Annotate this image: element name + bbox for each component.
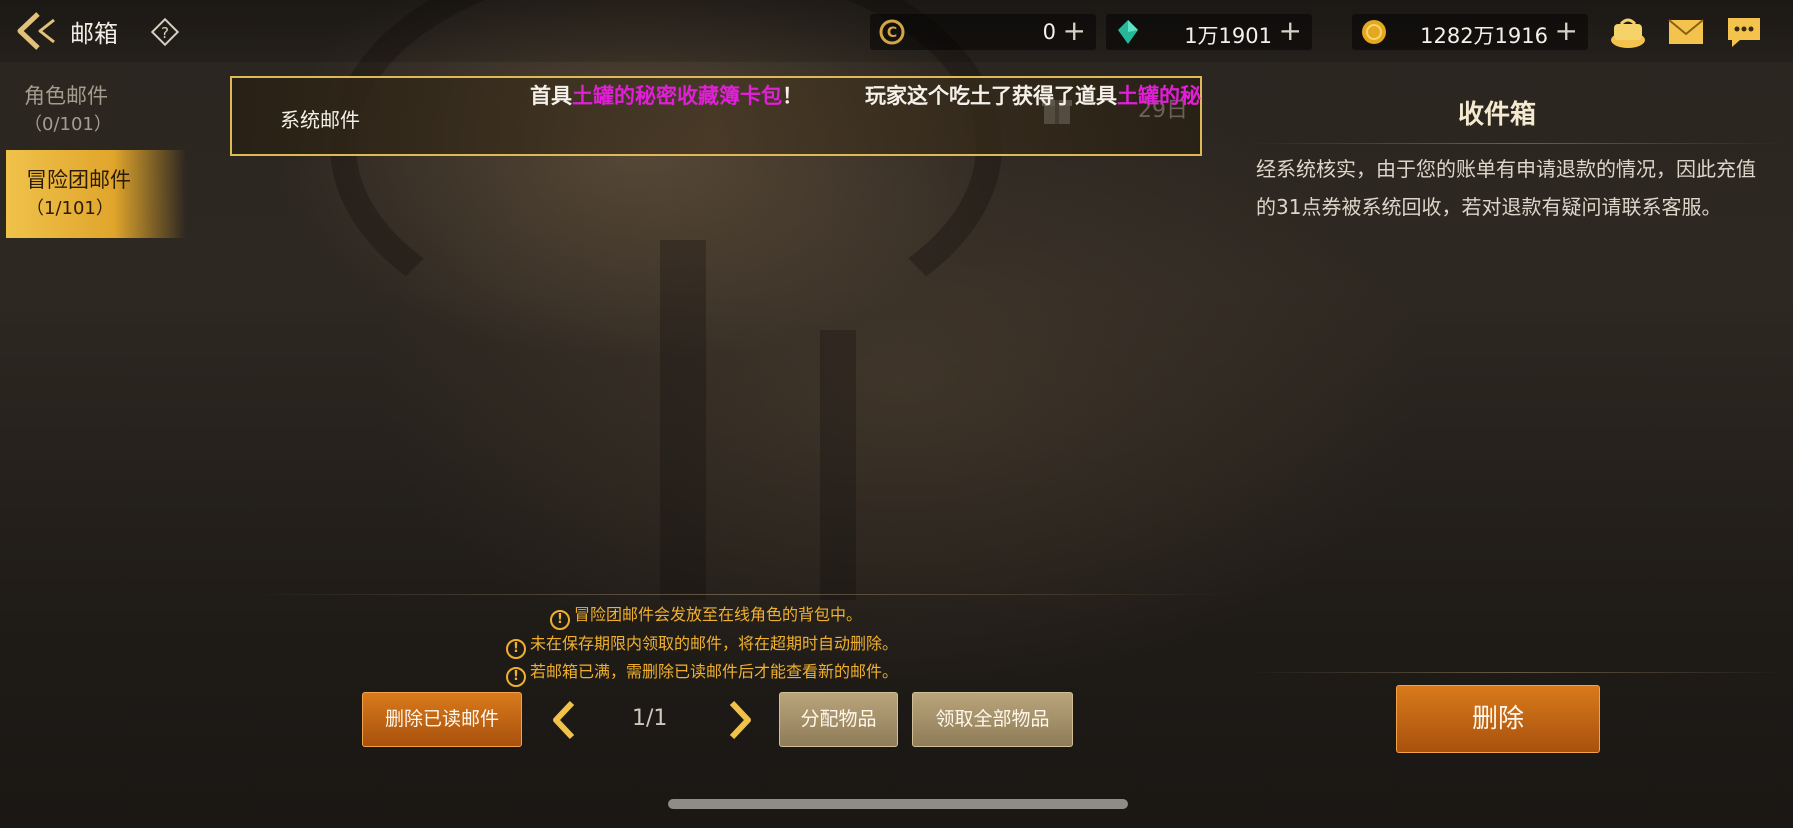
- notice-line: ! 若邮箱已满，需删除已读邮件后才能查看新的邮件。: [506, 658, 898, 687]
- tab-count: （1/101）: [26, 198, 114, 219]
- warning-icon: !: [550, 610, 570, 630]
- button-label: 领取全部物品: [935, 708, 1050, 730]
- currency-crystal: 1万1901 +: [1106, 14, 1312, 50]
- tab-role-mail[interactable]: 角色邮件 （0/101）: [6, 66, 186, 154]
- add-currency-button[interactable]: +: [1555, 17, 1578, 45]
- notice-text: 未在保存期限内领取的邮件，将在超期时自动删除。: [530, 634, 899, 653]
- svg-text:?: ?: [161, 24, 169, 42]
- back-arrow-icon[interactable]: [14, 10, 58, 52]
- c-coin-icon: C: [879, 19, 905, 45]
- currency-gold: 1282万1916 +: [1352, 14, 1588, 50]
- svg-text:C: C: [887, 25, 897, 41]
- background-pillar: [820, 330, 856, 600]
- gold-coin-icon: [1362, 20, 1386, 44]
- top-bar: 邮箱 ? C 0 + 1万1901 + 1282万1916 +: [0, 0, 1793, 62]
- currency-c-coin: C 0 +: [870, 14, 1096, 50]
- inbox-title: 收件箱: [1458, 100, 1537, 130]
- add-currency-button[interactable]: +: [1279, 17, 1302, 45]
- delete-read-mail-button[interactable]: 删除已读邮件: [362, 692, 522, 747]
- divider: [246, 594, 1236, 595]
- ticker-item-name: 土罐的秘: [1117, 84, 1201, 108]
- announcement-ticker: 首具土罐的秘密收藏簿卡包！ 玩家这个吃土了获得了道具土罐的秘: [530, 80, 1260, 112]
- warning-icon: !: [506, 639, 526, 659]
- ticker-item-name: 土罐的秘密收藏簿卡包: [572, 84, 782, 108]
- currency-value: 0: [1042, 20, 1056, 44]
- button-label: 分配物品: [800, 708, 877, 730]
- notice-text: 冒险团邮件会发放至在线角色的背包中。: [574, 605, 863, 624]
- crystal-icon: [1118, 20, 1138, 44]
- notice-line: ! 冒险团邮件会发放至在线角色的背包中。: [550, 601, 862, 630]
- claim-all-items-button[interactable]: 领取全部物品: [912, 692, 1073, 747]
- bag-icon[interactable]: [1608, 14, 1648, 50]
- notice-line: ! 未在保存期限内领取的邮件，将在超期时自动删除。: [506, 630, 898, 659]
- help-icon[interactable]: ?: [150, 17, 180, 47]
- mail-sender: 系统邮件: [280, 108, 360, 132]
- page-title: 邮箱: [70, 20, 118, 48]
- delete-button-label: 删除: [1471, 704, 1524, 734]
- tab-adventure-team-mail[interactable]: 冒险团邮件 （1/101）: [6, 150, 186, 238]
- tab-count: （0/101）: [24, 114, 112, 135]
- prev-page-arrow-icon[interactable]: [550, 699, 580, 741]
- button-label: 删除已读邮件: [384, 708, 499, 730]
- currency-value: 1282万1916: [1420, 24, 1548, 48]
- tab-label: 角色邮件: [24, 84, 108, 108]
- divider: [1246, 143, 1786, 144]
- mail-content: 经系统核实，由于您的账单有申请退款的情况，因此充值的31点券被系统回收，若对退款…: [1256, 157, 1756, 219]
- add-currency-button[interactable]: +: [1063, 17, 1086, 45]
- notice-text: 若邮箱已满，需删除已读邮件后才能查看新的邮件。: [530, 662, 899, 681]
- warning-icon: !: [506, 667, 526, 687]
- next-page-arrow-icon[interactable]: [724, 699, 754, 741]
- divider: [1246, 672, 1786, 673]
- mail-icon[interactable]: [1666, 14, 1706, 50]
- delete-button[interactable]: 删除: [1396, 685, 1600, 753]
- distribute-items-button[interactable]: 分配物品: [779, 692, 898, 747]
- ticker-text: ！: [782, 84, 803, 108]
- page-indicator: 1/1: [632, 706, 668, 731]
- background-pillar: [660, 240, 706, 600]
- home-indicator: [668, 799, 1128, 809]
- ticker-text: 首具: [530, 84, 572, 108]
- tab-label: 冒险团邮件: [26, 168, 131, 192]
- chat-icon[interactable]: [1724, 14, 1764, 50]
- currency-value: 1万1901: [1184, 24, 1272, 48]
- ticker-text: 玩家这个吃土了获得了道具: [865, 84, 1117, 108]
